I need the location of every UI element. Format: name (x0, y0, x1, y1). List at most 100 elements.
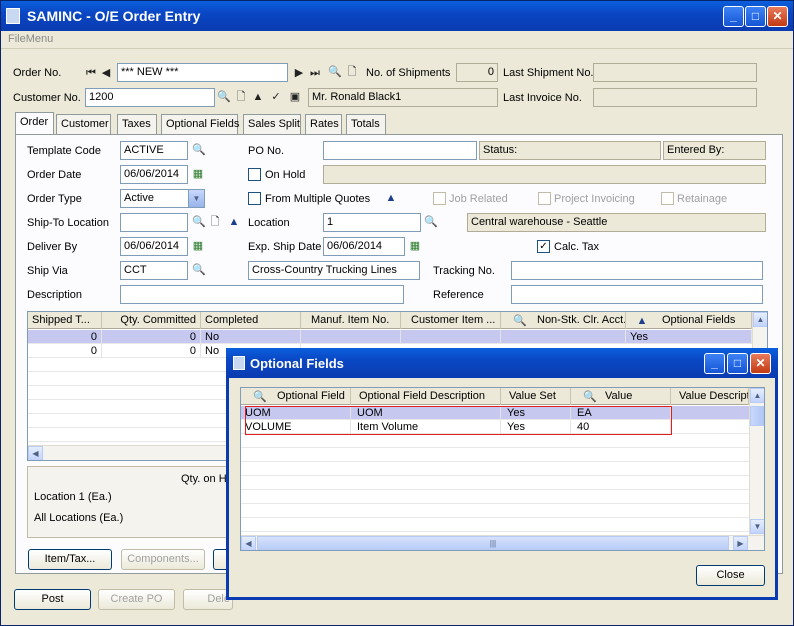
ship-to-new-icon[interactable]: 🗋 (209, 216, 221, 228)
retainage-checkbox[interactable] (661, 192, 674, 205)
col-manuf-item[interactable]: Manuf. Item No. (301, 312, 401, 329)
components-button[interactable]: Components... (121, 549, 205, 570)
scroll-thumb[interactable] (750, 406, 764, 426)
scroll-down-icon[interactable]: ▼ (750, 519, 764, 534)
order-type-select[interactable]: Active ▼ (120, 189, 205, 208)
col-shipped[interactable]: Shipped T... (28, 312, 102, 329)
maximize-button[interactable]: □ (745, 6, 766, 27)
item-tax-button[interactable]: Item/Tax... (28, 549, 112, 570)
scroll-left-icon[interactable]: ◀ (28, 446, 43, 460)
create-po-button[interactable]: Create PO (98, 589, 175, 610)
post-button[interactable]: Post (14, 589, 91, 610)
customer-no-input[interactable]: 1200 (85, 88, 215, 107)
order-no-input[interactable]: *** NEW *** (117, 63, 288, 82)
last-record-icon[interactable]: ⏭ (309, 67, 321, 79)
dialog-close-button[interactable]: Close (696, 565, 765, 586)
last-shipment-label: Last Shipment No. (503, 67, 594, 79)
scroll-left-icon[interactable]: ◀ (241, 536, 256, 550)
calendar-icon[interactable]: ▦ (409, 240, 421, 252)
minimize-button[interactable]: _ (723, 6, 744, 27)
ship-to-finder-icon[interactable]: 🔍 (192, 216, 206, 228)
calc-tax-checkbox[interactable]: ✓ (537, 240, 550, 253)
dialog-close-icon[interactable]: ✕ (750, 353, 771, 374)
location-finder-icon[interactable]: 🔍 (424, 216, 438, 228)
zoom-up-icon[interactable]: ▲ (385, 192, 397, 204)
po-no-input[interactable] (323, 141, 477, 160)
zoom-up-icon[interactable]: ▲ (252, 91, 264, 103)
ship-to-input[interactable] (120, 213, 188, 232)
dialog-minimize-button[interactable]: _ (704, 353, 725, 374)
col-value-set[interactable]: Value Set (501, 388, 571, 405)
tracking-no-input[interactable] (511, 261, 763, 280)
chevron-down-icon[interactable]: ▼ (188, 190, 204, 207)
customer-new-icon[interactable]: 🗋 (235, 91, 247, 103)
dialog-maximize-button[interactable]: □ (727, 353, 748, 374)
dialog-title-bar[interactable]: Optional Fields _ □ ✕ (226, 348, 778, 378)
search-icon[interactable]: 🔍 (513, 315, 527, 327)
ship-via-input[interactable]: CCT (120, 261, 188, 280)
description-label: Description (27, 289, 83, 301)
col-completed[interactable]: Completed (201, 312, 301, 329)
deliver-by-input[interactable]: 06/06/2014 (120, 237, 188, 256)
dialog-horizontal-scrollbar[interactable]: ◀ ||| ▶ (241, 535, 764, 550)
col-value-description[interactable]: Value Descripti (671, 388, 749, 405)
exp-ship-date-input[interactable]: 06/06/2014 (323, 237, 405, 256)
customer-no-label: Customer No. (13, 92, 81, 104)
table-row (241, 462, 749, 476)
ship-via-description[interactable]: Cross-Country Trucking Lines (248, 261, 420, 280)
horizontal-scroll-thumb[interactable]: ||| (257, 536, 729, 550)
close-button[interactable]: ✕ (767, 6, 788, 27)
check-credit-icon[interactable]: ✓ (270, 91, 282, 103)
finder-icon[interactable]: 🔍 (328, 66, 342, 78)
on-hold-checkbox[interactable] (248, 168, 261, 181)
order-date-input[interactable]: 06/06/2014 (120, 165, 188, 184)
tab-sales-split[interactable]: Sales Split (243, 114, 301, 135)
table-row (241, 434, 749, 448)
previous-record-icon[interactable]: ◀ (100, 67, 112, 79)
dialog-vertical-scrollbar[interactable]: ▲ ▼ (749, 388, 764, 535)
col-description[interactable]: Optional Field Description (351, 388, 501, 405)
deliver-by-label: Deliver By (27, 241, 78, 253)
tab-totals[interactable]: Totals (346, 114, 386, 135)
on-hold-reason (323, 165, 766, 184)
first-record-icon[interactable]: ⏮ (85, 67, 97, 79)
order-type-value: Active (124, 192, 154, 204)
col-customer-item[interactable]: Customer Item ... (401, 312, 501, 329)
search-icon[interactable]: 🔍 (253, 391, 267, 403)
table-row[interactable]: 0 0 No Yes (28, 330, 752, 344)
job-related-checkbox[interactable] (433, 192, 446, 205)
reference-input[interactable] (511, 285, 763, 304)
calendar-icon[interactable]: ▦ (192, 240, 204, 252)
zoom-up-icon[interactable]: ▲ (636, 315, 648, 327)
scroll-up-icon[interactable]: ▲ (750, 388, 764, 403)
next-record-icon[interactable]: ▶ (293, 67, 305, 79)
customer-finder-icon[interactable]: 🔍 (217, 91, 231, 103)
shipments-label: No. of Shipments (366, 67, 451, 79)
scroll-right-icon[interactable]: ▶ (733, 536, 748, 550)
new-document-icon[interactable]: 🗋 (346, 66, 358, 78)
from-multiple-quotes-checkbox[interactable] (248, 192, 261, 205)
description-input[interactable] (120, 285, 404, 304)
project-invoicing-checkbox[interactable] (538, 192, 551, 205)
tab-taxes[interactable]: Taxes (117, 114, 157, 135)
tab-rates[interactable]: Rates (305, 114, 342, 135)
ship-to-zoom-icon[interactable]: ▲ (228, 216, 240, 228)
tab-optional-fields[interactable]: Optional Fields (161, 114, 239, 135)
template-finder-icon[interactable]: 🔍 (192, 144, 206, 156)
customer-info-icon[interactable]: ▣ (289, 91, 301, 103)
file-menu[interactable]: FileMenu (8, 33, 53, 45)
col-qty-committed[interactable]: Qty. Committed (102, 312, 201, 329)
scroll-up-icon[interactable]: ▲ (753, 312, 767, 327)
optional-fields-grid[interactable]: Optional Field 🔍 Optional Field Descript… (240, 387, 765, 551)
tab-order[interactable]: Order (15, 112, 54, 134)
calendar-icon[interactable]: ▦ (192, 168, 204, 180)
template-code-input[interactable]: ACTIVE (120, 141, 188, 160)
tab-customer[interactable]: Customer (56, 114, 111, 135)
po-no-label: PO No. (248, 145, 285, 157)
cell-shipped: 0 (28, 330, 102, 344)
title-bar[interactable]: SAMINC - O/E Order Entry _ □ ✕ (1, 1, 793, 31)
ship-via-finder-icon[interactable]: 🔍 (192, 264, 206, 276)
search-icon[interactable]: 🔍 (583, 391, 597, 403)
job-related-label: Job Related (449, 193, 508, 205)
location-input[interactable]: 1 (323, 213, 421, 232)
